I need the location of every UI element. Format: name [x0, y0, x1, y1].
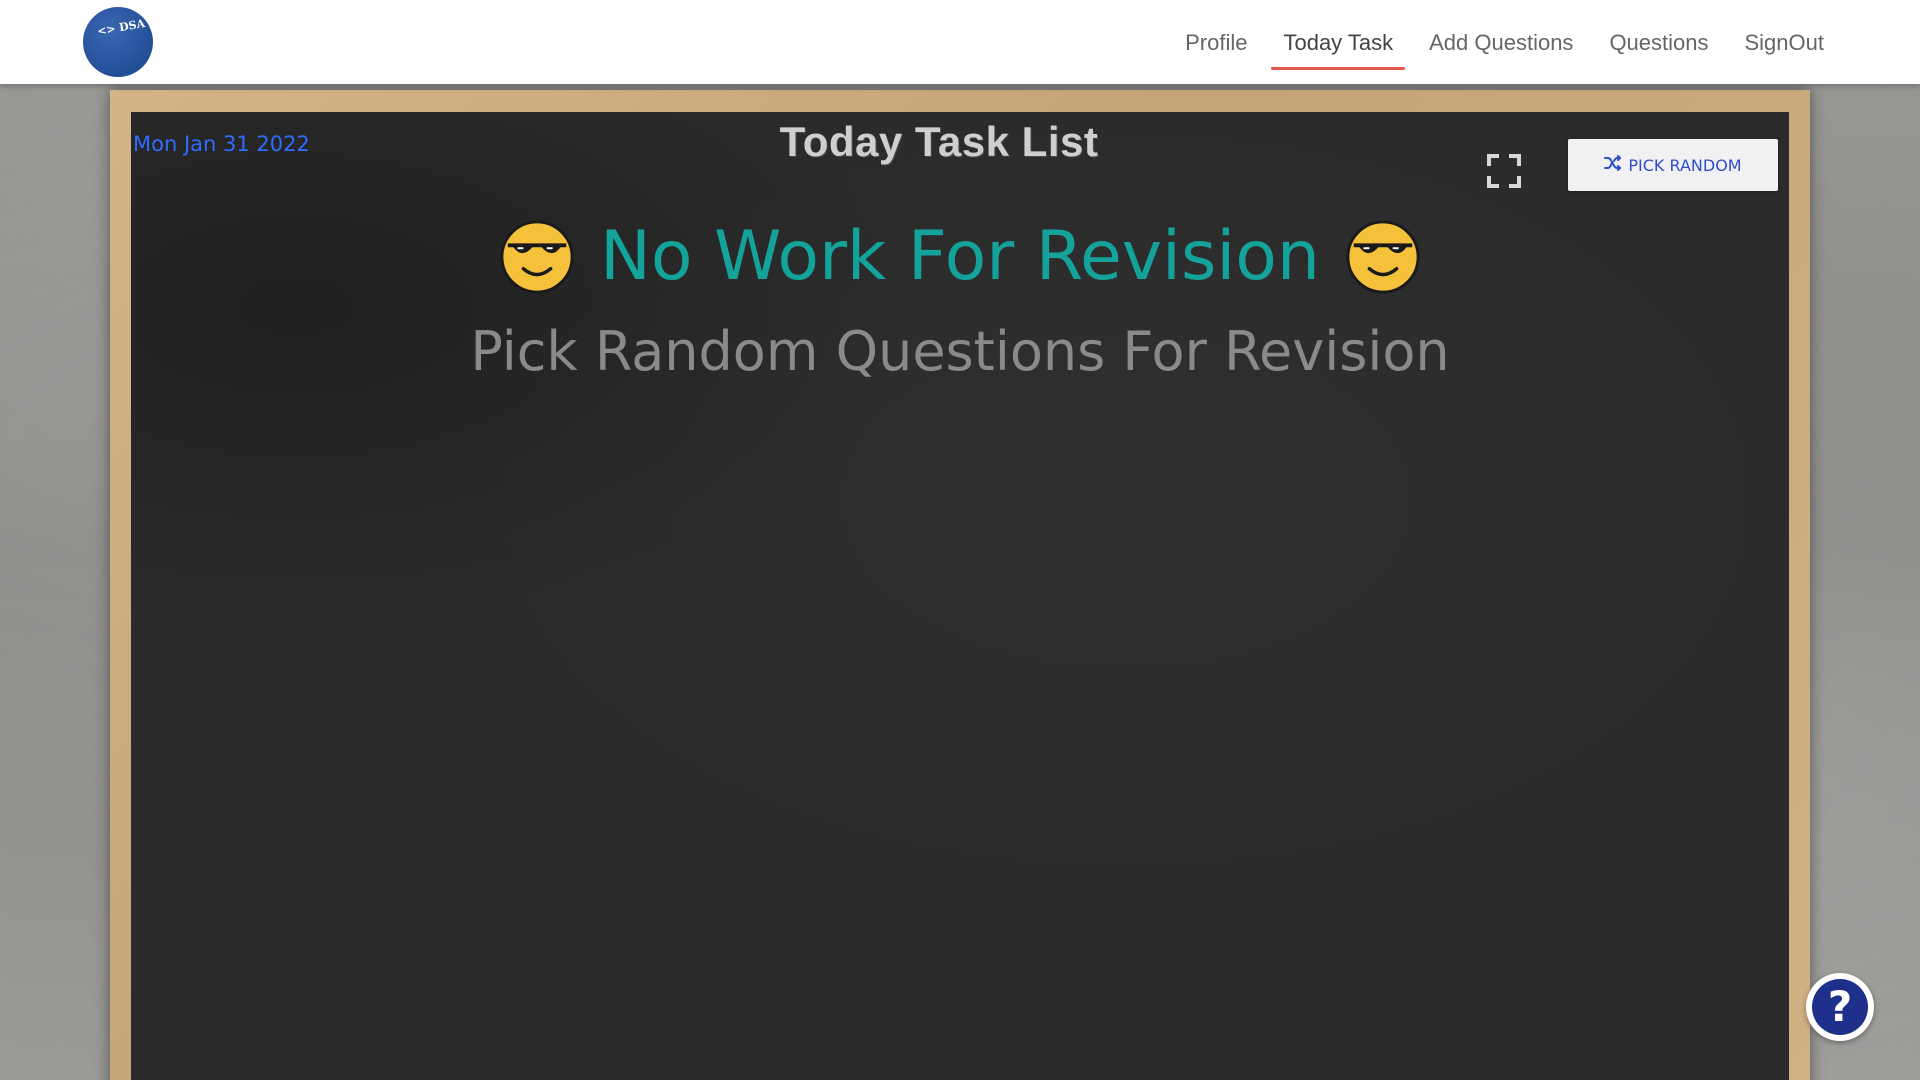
nav-questions[interactable]: Questions: [1597, 0, 1720, 84]
nav-add-questions[interactable]: Add Questions: [1417, 0, 1585, 84]
dsa-logo[interactable]: <> DSA: [83, 7, 153, 77]
board-frame: Mon Jan 31 2022 Today Task List PICK RAN…: [110, 90, 1810, 1080]
main-nav: Profile Today Task Add Questions Questio…: [1167, 0, 1920, 84]
pick-random-label: PICK RANDOM: [1628, 155, 1742, 175]
no-work-message: No Work For Revision: [131, 217, 1789, 296]
help-icon: ?: [1812, 979, 1868, 1035]
logo-text: <> DSA: [96, 16, 147, 39]
headline-text: No Work For Revision: [600, 217, 1320, 296]
fullscreen-icon[interactable]: [1486, 153, 1522, 189]
chalkboard: Mon Jan 31 2022 Today Task List PICK RAN…: [131, 112, 1789, 1080]
nav-profile[interactable]: Profile: [1173, 0, 1259, 84]
pick-random-button[interactable]: PICK RANDOM: [1568, 139, 1778, 191]
sunglasses-emoji-right-icon: [1346, 219, 1420, 294]
nav-signout[interactable]: SignOut: [1733, 0, 1837, 84]
pick-random-hint: Pick Random Questions For Revision: [470, 320, 1450, 383]
sunglasses-emoji-left-icon: [500, 219, 574, 294]
shuffle-icon: [1604, 155, 1622, 175]
board-title: Today Task List: [779, 118, 1099, 165]
help-button[interactable]: ?: [1806, 973, 1874, 1041]
top-navbar: <> DSA Profile Today Task Add Questions …: [0, 0, 1920, 84]
nav-today-task[interactable]: Today Task: [1271, 0, 1405, 84]
